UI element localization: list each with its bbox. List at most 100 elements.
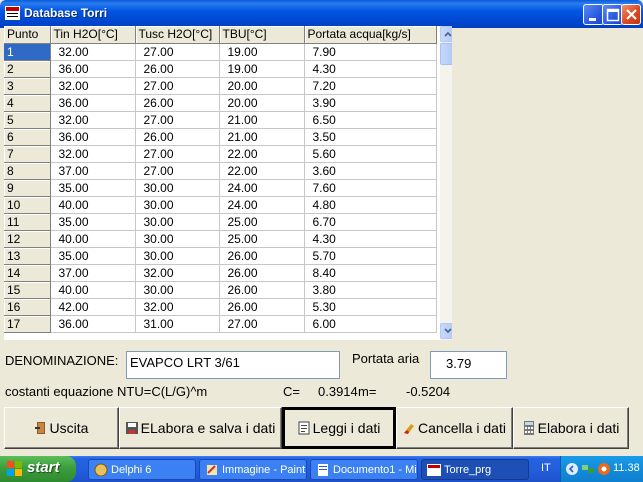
table-cell[interactable]: 3.80 — [304, 281, 437, 299]
table-cell[interactable]: 19.00 — [219, 60, 305, 78]
table-cell[interactable]: 30.00 — [135, 179, 220, 197]
table-cell[interactable]: 27.00 — [135, 145, 220, 163]
table-cell[interactable]: 27.00 — [135, 162, 220, 180]
table-cell[interactable]: 3.60 — [304, 162, 437, 180]
table-cell[interactable]: 4.30 — [304, 230, 437, 248]
table-cell[interactable]: 32.00 — [135, 264, 220, 282]
table-cell[interactable]: 27.00 — [219, 315, 305, 333]
table-row[interactable]: 6 36.00 26.00 21.00 3.50 — [4, 128, 437, 146]
table-cell[interactable]: 24.00 — [219, 179, 305, 197]
scroll-thumb[interactable] — [440, 43, 452, 65]
cancella-button[interactable]: Cancella i dati — [396, 407, 513, 449]
table-cell[interactable]: 36.00 — [50, 128, 136, 146]
table-cell[interactable]: 32.00 — [50, 43, 136, 61]
table-cell[interactable]: 3.90 — [304, 94, 437, 112]
table-cell[interactable]: 27.00 — [135, 77, 220, 95]
table-cell[interactable]: 36.00 — [50, 60, 136, 78]
table-cell[interactable]: 40.00 — [50, 196, 136, 214]
table-cell[interactable]: 26.00 — [135, 60, 220, 78]
row-index-cell[interactable]: 1 — [4, 43, 51, 61]
table-cell[interactable]: 3.50 — [304, 128, 437, 146]
leggi-button[interactable]: Leggi i dati — [282, 407, 396, 449]
table-cell[interactable]: 36.00 — [50, 315, 136, 333]
table-cell[interactable]: 32.00 — [135, 298, 220, 316]
table-cell[interactable]: 30.00 — [135, 230, 220, 248]
start-button[interactable]: start — [0, 456, 76, 482]
table-cell[interactable]: 42.00 — [50, 298, 136, 316]
row-index-cell[interactable]: 15 — [4, 281, 51, 299]
table-cell[interactable]: 26.00 — [219, 264, 305, 282]
table-cell[interactable]: 30.00 — [135, 213, 220, 231]
table-cell[interactable]: 32.00 — [50, 145, 136, 163]
task-torre-prg[interactable]: Torre_prg — [421, 459, 529, 480]
table-cell[interactable]: 21.00 — [219, 111, 305, 129]
column-header-portata-acqua[interactable]: Portata acqua[kg/s] — [304, 26, 437, 44]
table-cell[interactable]: 25.00 — [219, 213, 305, 231]
row-index-cell[interactable]: 3 — [4, 77, 51, 95]
table-cell[interactable]: 30.00 — [135, 196, 220, 214]
row-index-cell[interactable]: 10 — [4, 196, 51, 214]
tray-arrow-icon[interactable] — [565, 462, 579, 476]
table-row[interactable]: 13 35.00 30.00 26.00 5.70 — [4, 247, 437, 265]
row-index-cell[interactable]: 5 — [4, 111, 51, 129]
table-cell[interactable]: 7.20 — [304, 77, 437, 95]
maximize-button[interactable] — [602, 4, 623, 25]
clock[interactable]: 11.38 — [613, 462, 640, 474]
language-indicator[interactable]: IT — [541, 462, 551, 474]
table-cell[interactable]: 26.00 — [135, 94, 220, 112]
row-index-cell[interactable]: 13 — [4, 247, 51, 265]
table-cell[interactable]: 35.00 — [50, 213, 136, 231]
table-cell[interactable]: 37.00 — [50, 264, 136, 282]
table-cell[interactable]: 24.00 — [219, 196, 305, 214]
table-cell[interactable]: 22.00 — [219, 145, 305, 163]
table-cell[interactable]: 30.00 — [135, 281, 220, 299]
column-header-tin[interactable]: Tin H2O[°C] — [50, 26, 136, 44]
table-row[interactable]: 11 35.00 30.00 25.00 6.70 — [4, 213, 437, 231]
table-row[interactable]: 16 42.00 32.00 26.00 5.30 — [4, 298, 437, 316]
table-cell[interactable]: 7.90 — [304, 43, 437, 61]
table-cell[interactable]: 37.00 — [50, 162, 136, 180]
table-row[interactable]: 10 40.00 30.00 24.00 4.80 — [4, 196, 437, 214]
table-row[interactable]: 17 36.00 31.00 27.00 6.00 — [4, 315, 437, 333]
table-cell[interactable]: 40.00 — [50, 230, 136, 248]
table-cell[interactable]: 40.00 — [50, 281, 136, 299]
table-cell[interactable]: 27.00 — [135, 111, 220, 129]
table-row[interactable]: 2 36.00 26.00 19.00 4.30 — [4, 60, 437, 78]
table-cell[interactable]: 26.00 — [219, 247, 305, 265]
antivirus-icon[interactable] — [597, 462, 611, 476]
minimize-button[interactable] — [583, 4, 604, 25]
elabora-button[interactable]: Elabora i dati — [513, 407, 629, 449]
table-cell[interactable]: 5.70 — [304, 247, 437, 265]
table-cell[interactable]: 36.00 — [50, 94, 136, 112]
table-cell[interactable]: 20.00 — [219, 94, 305, 112]
row-index-cell[interactable]: 12 — [4, 230, 51, 248]
table-cell[interactable]: 6.50 — [304, 111, 437, 129]
title-bar[interactable]: Database Torri — [0, 0, 643, 28]
table-row[interactable]: 9 35.00 30.00 24.00 7.60 — [4, 179, 437, 197]
table-cell[interactable]: 22.00 — [219, 162, 305, 180]
table-cell[interactable]: 35.00 — [50, 179, 136, 197]
task-delphi[interactable]: Delphi 6 — [88, 459, 196, 480]
row-index-cell[interactable]: 9 — [4, 179, 51, 197]
table-cell[interactable]: 6.00 — [304, 315, 437, 333]
table-row[interactable]: 15 40.00 30.00 26.00 3.80 — [4, 281, 437, 299]
row-index-cell[interactable]: 17 — [4, 315, 51, 333]
table-cell[interactable]: 27.00 — [135, 43, 220, 61]
network-icon[interactable] — [581, 462, 595, 476]
column-header-tbu[interactable]: TBU[°C] — [219, 26, 305, 44]
table-row[interactable]: 4 36.00 26.00 20.00 3.90 — [4, 94, 437, 112]
table-cell[interactable]: 4.30 — [304, 60, 437, 78]
table-row[interactable]: 3 32.00 27.00 20.00 7.20 — [4, 77, 437, 95]
row-index-cell[interactable]: 6 — [4, 128, 51, 146]
table-cell[interactable]: 31.00 — [135, 315, 220, 333]
uscita-button[interactable]: Uscita — [4, 407, 119, 449]
table-cell[interactable]: 30.00 — [135, 247, 220, 265]
data-grid[interactable]: Punto Tin H2O[°C] Tusc H2O[°C] TBU[°C] P… — [4, 26, 452, 340]
row-index-cell[interactable]: 2 — [4, 60, 51, 78]
table-cell[interactable]: 26.00 — [135, 128, 220, 146]
scroll-up-button[interactable] — [440, 26, 452, 42]
table-cell[interactable]: 4.80 — [304, 196, 437, 214]
table-cell[interactable]: 5.60 — [304, 145, 437, 163]
row-index-cell[interactable]: 14 — [4, 264, 51, 282]
table-cell[interactable]: 26.00 — [219, 298, 305, 316]
